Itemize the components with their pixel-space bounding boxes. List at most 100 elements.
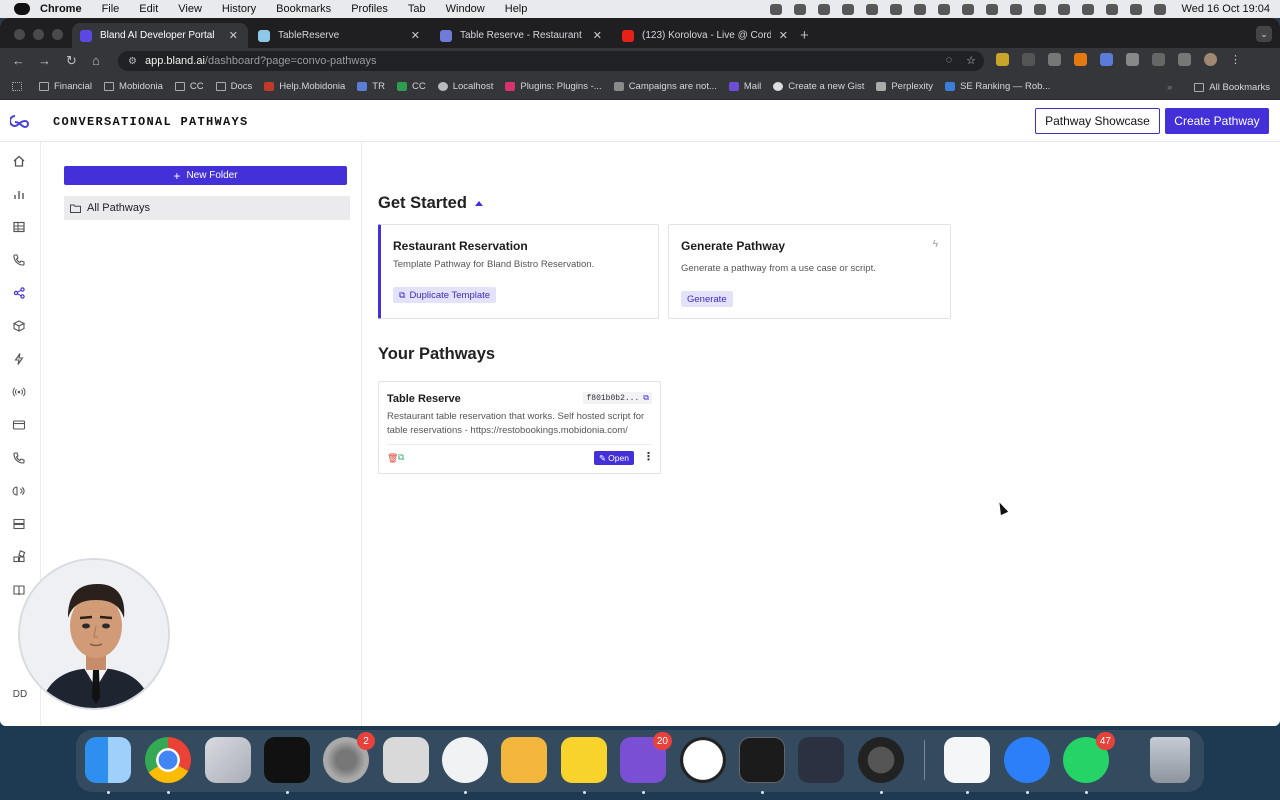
menu-edit[interactable]: Edit — [139, 3, 158, 15]
bookmark-cc-2[interactable]: CC — [396, 81, 426, 92]
menu-help[interactable]: Help — [505, 3, 528, 15]
duplicate-icon[interactable]: ⧉ — [398, 452, 404, 463]
status-icon-1[interactable] — [769, 3, 782, 15]
billing-card-icon[interactable] — [12, 418, 26, 432]
phone-icon[interactable] — [12, 451, 26, 465]
new-tab-icon[interactable]: + — [800, 27, 809, 44]
bookmark-localhost[interactable]: Localhost — [437, 81, 493, 92]
menu-app[interactable]: Chrome — [40, 3, 82, 15]
menu-view[interactable]: View — [178, 3, 202, 15]
bookmark-cc[interactable]: CC — [174, 81, 204, 92]
get-started-heading[interactable]: Get Started — [378, 194, 483, 213]
integrations-icon[interactable] — [12, 550, 26, 564]
reload-icon[interactable]: ↻ — [66, 53, 77, 69]
voice-icon[interactable] — [12, 484, 26, 498]
analytics-icon[interactable] — [12, 187, 26, 201]
generate-button[interactable]: Generate — [681, 291, 733, 307]
password-extension-icon[interactable] — [1100, 53, 1113, 66]
whatsapp-icon[interactable]: 47 — [1063, 732, 1115, 783]
phone-outgoing-icon[interactable] — [12, 253, 26, 267]
all-bookmarks[interactable]: All Bookmarks — [1194, 82, 1270, 93]
more-options-icon[interactable]: ⋮ — [643, 450, 654, 463]
close-tab-icon[interactable]: ✕ — [779, 29, 788, 42]
clock-app-icon[interactable] — [680, 737, 726, 783]
table-icon[interactable] — [12, 220, 26, 234]
trash-icon[interactable]: 🗑 — [387, 453, 398, 464]
bookmark-docs[interactable]: Docs — [215, 81, 252, 92]
home-icon[interactable]: ⌂ — [92, 53, 100, 68]
status-icon-6[interactable] — [937, 3, 950, 15]
menu-file[interactable]: File — [102, 3, 120, 15]
tab-table-reserve-restaurant[interactable]: Table Reserve - Restaurant R ✕ — [432, 23, 612, 48]
wifi-icon[interactable] — [1057, 3, 1070, 15]
control-center-icon[interactable] — [1129, 3, 1142, 15]
extensions-puzzle-icon[interactable] — [1126, 53, 1139, 66]
reading-list-icon[interactable] — [1152, 53, 1165, 66]
forward-icon[interactable]: → — [38, 53, 51, 68]
tab-bland-portal[interactable]: Bland AI Developer Portal ✕ — [72, 23, 248, 48]
pathways-share-icon[interactable] — [12, 286, 26, 300]
status-icon-7[interactable] — [985, 3, 998, 15]
bookmark-perplexity[interactable]: Perplexity — [876, 81, 933, 92]
apple-icon[interactable] — [14, 3, 30, 15]
chrome-icon[interactable] — [145, 737, 191, 783]
bookmark-plugins[interactable]: Plugins: Plugins -... — [505, 81, 602, 92]
system-settings-icon[interactable]: 2 — [323, 732, 375, 783]
close-tab-icon[interactable]: ✕ — [229, 29, 238, 42]
lightning-icon[interactable] — [12, 352, 26, 366]
tab-search-icon[interactable]: ⌄ — [1256, 26, 1272, 42]
open-pathway-button[interactable]: ✎ Open — [594, 451, 634, 465]
battery-icon[interactable] — [961, 3, 974, 15]
finder-icon[interactable] — [85, 737, 131, 783]
docs-book-icon[interactable] — [12, 583, 26, 597]
launchpad-icon[interactable] — [205, 737, 251, 783]
minimize-window-button[interactable] — [33, 29, 44, 40]
location-app-icon[interactable] — [1004, 737, 1050, 783]
menu-tab[interactable]: Tab — [408, 3, 426, 15]
cloud-icon[interactable] — [865, 3, 878, 15]
close-tab-icon[interactable]: ✕ — [411, 29, 420, 42]
extension-icon-3[interactable] — [1048, 53, 1061, 66]
calculator-icon[interactable] — [383, 737, 429, 783]
server-icon[interactable] — [12, 517, 26, 531]
cyberduck-icon[interactable] — [561, 737, 607, 783]
user-avatar[interactable]: DD — [6, 684, 34, 704]
eye-slash-icon[interactable]: ◌ — [946, 54, 953, 67]
trash-bin-icon[interactable] — [1150, 737, 1190, 783]
create-pathway-button[interactable]: Create Pathway — [1165, 108, 1269, 134]
close-window-button[interactable] — [14, 29, 25, 40]
unity-icon[interactable] — [264, 737, 310, 783]
pathway-id-chip[interactable]: f801b0b2... ⧉ — [583, 392, 652, 404]
tableplus-icon[interactable] — [501, 737, 547, 783]
terminal-icon[interactable] — [739, 737, 785, 783]
extension-icon-2[interactable] — [1022, 53, 1035, 66]
bookmark-campaigns[interactable]: Campaigns are not... — [613, 81, 717, 92]
duplicate-template-button[interactable]: ⧉ Duplicate Template — [393, 287, 497, 303]
copy-icon[interactable]: ⧉ — [643, 394, 649, 403]
folder-all-pathways[interactable]: All Pathways — [64, 196, 350, 220]
tab-youtube-korolova[interactable]: (123) Korolova - Live @ Cord ✕ — [614, 23, 798, 48]
apps-grid-icon[interactable] — [12, 82, 27, 91]
status-icon-2[interactable] — [793, 3, 806, 15]
site-info-icon[interactable]: ⚙ — [128, 56, 137, 67]
bookmark-financial[interactable]: Financial — [39, 81, 92, 92]
viber-icon[interactable]: 20 — [620, 732, 672, 783]
tab-tablereserve[interactable]: TableReserve ✕ — [250, 23, 430, 48]
bookmark-help-mobidonia[interactable]: Help.Mobidonia — [264, 81, 345, 92]
status-icon-5[interactable] — [889, 3, 902, 15]
pathway-card-table-reserve[interactable]: Table Reserve f801b0b2... ⧉ Restaurant t… — [378, 381, 661, 474]
bookmark-se-ranking[interactable]: SE Ranking — Rob... — [945, 81, 1050, 92]
downloads-icon[interactable] — [1178, 53, 1191, 66]
input-source-icon[interactable] — [1105, 3, 1118, 15]
bookmark-star-icon[interactable]: ☆ — [966, 54, 976, 67]
menu-bookmarks[interactable]: Bookmarks — [276, 3, 331, 15]
address-bar[interactable]: ⚙ app.bland.ai /dashboard?page=convo-pat… — [118, 51, 984, 71]
menubar-clock[interactable]: Wed 16 Oct 19:04 — [1182, 3, 1270, 15]
package-icon[interactable] — [12, 319, 26, 333]
cloud-app-icon[interactable] — [798, 737, 844, 783]
back-icon[interactable]: ← — [12, 53, 25, 68]
bookmark-mobidonia[interactable]: Mobidonia — [104, 81, 163, 92]
menu-window[interactable]: Window — [446, 3, 485, 15]
menu-profiles[interactable]: Profiles — [351, 3, 388, 15]
amazon-extension-icon[interactable] — [1074, 53, 1087, 66]
